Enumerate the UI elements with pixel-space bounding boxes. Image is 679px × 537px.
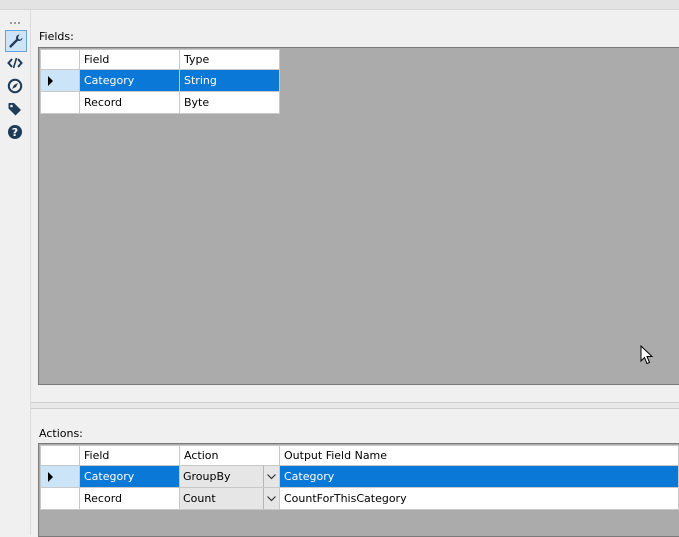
cell-output-field-name[interactable]: Category xyxy=(279,465,679,488)
cell-field[interactable]: Category xyxy=(79,465,180,488)
cell-output-field-name[interactable]: CountForThisCategory xyxy=(279,487,679,510)
cell-field[interactable]: Category xyxy=(79,69,180,92)
fields-header-row: Field Type xyxy=(40,49,280,70)
mouse-pointer-icon xyxy=(640,344,654,368)
action-dropdown[interactable]: GroupBy xyxy=(179,465,280,488)
column-header-field[interactable]: Field xyxy=(79,49,180,70)
cell-type[interactable]: Byte xyxy=(179,91,280,114)
wrench-icon[interactable] xyxy=(5,30,27,52)
column-header-output-field-name[interactable]: Output Field Name xyxy=(279,445,679,466)
action-dropdown-value: GroupBy xyxy=(183,470,231,483)
table-row[interactable]: Record Count CountForThisCategory xyxy=(40,487,679,510)
code-icon[interactable] xyxy=(6,54,24,72)
column-header-type[interactable]: Type xyxy=(179,49,280,70)
actions-table: Field Action Output Field Name Category … xyxy=(40,445,679,510)
svg-text:?: ? xyxy=(12,126,18,139)
row-header[interactable] xyxy=(40,465,80,488)
side-toolbar: ? xyxy=(0,10,31,535)
fields-label: Fields: xyxy=(39,30,74,43)
table-row[interactable]: Category GroupBy Category xyxy=(40,465,679,488)
cell-field[interactable]: Record xyxy=(79,487,180,510)
current-row-arrow-icon xyxy=(48,472,53,482)
current-row-arrow-icon xyxy=(48,76,53,86)
row-header[interactable] xyxy=(40,91,80,114)
chevron-down-icon[interactable] xyxy=(263,488,279,509)
help-icon[interactable]: ? xyxy=(6,123,24,141)
action-dropdown[interactable]: Count xyxy=(179,487,280,510)
configuration-panel: Fields: Field Type Category String Recor… xyxy=(31,10,679,537)
grip-handle[interactable] xyxy=(10,22,20,26)
window-top-bar xyxy=(0,0,679,10)
fields-table: Field Type Category String Record Byte xyxy=(40,49,280,114)
actions-grid[interactable]: Field Action Output Field Name Category … xyxy=(38,443,679,537)
cell-type[interactable]: String xyxy=(179,69,280,92)
column-header-field[interactable]: Field xyxy=(79,445,180,466)
row-header[interactable] xyxy=(40,487,80,510)
cell-field[interactable]: Record xyxy=(79,91,180,114)
action-dropdown-value: Count xyxy=(183,492,216,505)
table-row[interactable]: Record Byte xyxy=(40,91,280,114)
row-header-corner xyxy=(40,445,80,466)
fields-grid[interactable]: Field Type Category String Record Byte xyxy=(38,47,679,385)
column-header-action[interactable]: Action xyxy=(179,445,280,466)
actions-label: Actions: xyxy=(39,427,83,440)
chevron-down-icon[interactable] xyxy=(263,466,279,487)
tag-icon[interactable] xyxy=(6,100,24,118)
row-header-corner xyxy=(40,49,80,70)
table-row[interactable]: Category String xyxy=(40,69,280,92)
actions-header-row: Field Action Output Field Name xyxy=(40,445,679,466)
compass-icon[interactable] xyxy=(6,77,24,95)
panel-splitter[interactable] xyxy=(31,402,679,409)
row-header[interactable] xyxy=(40,69,80,92)
